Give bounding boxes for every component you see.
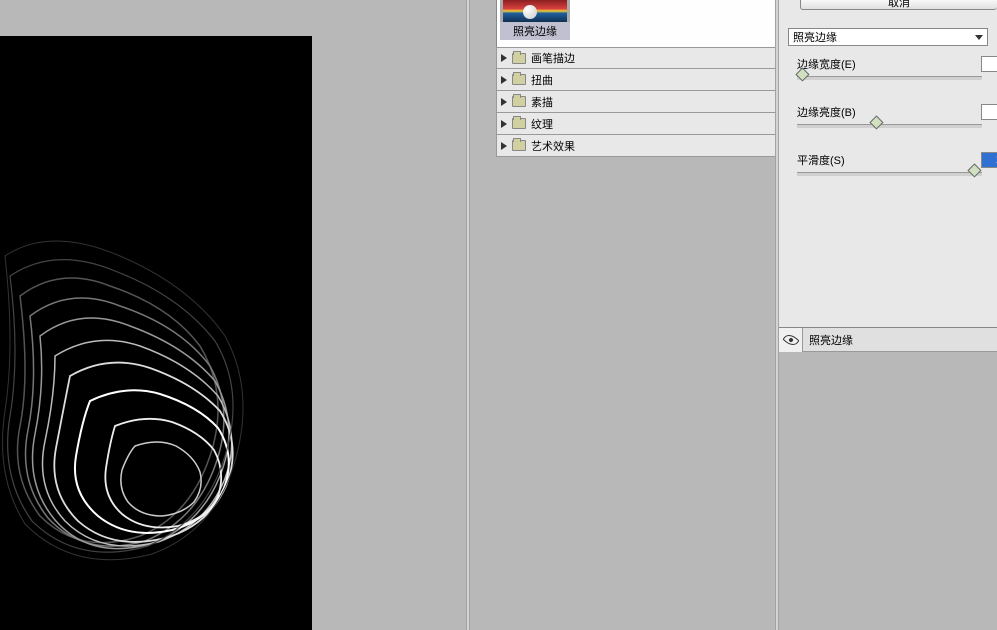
folder-icon [512, 118, 526, 129]
triangle-right-icon [501, 120, 507, 128]
slider-label: 边缘宽度(E) [797, 56, 856, 72]
folder-icon [512, 96, 526, 107]
effect-layer-item[interactable]: 照亮边缘 [779, 328, 997, 352]
eye-icon [782, 331, 799, 348]
filter-dropdown[interactable]: 照亮边缘 [788, 28, 988, 46]
category-label: 扭曲 [531, 72, 553, 88]
visibility-toggle[interactable] [779, 328, 803, 352]
applied-effects-panel: 照亮边缘 [779, 327, 997, 630]
category-label: 画笔描边 [531, 50, 575, 66]
filter-thumbnail-area: 照亮边缘 [496, 0, 776, 47]
preview-area [0, 0, 466, 630]
slider-track[interactable] [797, 124, 982, 128]
slider-track[interactable] [797, 172, 982, 176]
category-label: 纹理 [531, 116, 553, 132]
filter-dropdown-value: 照亮边缘 [793, 29, 837, 45]
filter-thumbnail-image [503, 0, 567, 22]
smoothness-input[interactable] [981, 152, 997, 168]
edge-brightness-input[interactable] [981, 104, 997, 120]
filter-category-distort[interactable]: 扭曲 [496, 69, 776, 91]
filter-category-list: 画笔描边 扭曲 素描 纹理 艺术效果 [496, 47, 776, 157]
filter-category-texture[interactable]: 纹理 [496, 113, 776, 135]
filter-thumbnail-label: 照亮边缘 [500, 22, 570, 40]
triangle-right-icon [501, 142, 507, 150]
slider-edge-brightness: 边缘亮度(B) [797, 104, 997, 128]
category-label: 素描 [531, 94, 553, 110]
edge-width-input[interactable] [981, 56, 997, 72]
slider-track[interactable] [797, 76, 982, 80]
cancel-button[interactable]: 取消 [800, 0, 997, 10]
triangle-right-icon [501, 76, 507, 84]
effect-layer-label: 照亮边缘 [803, 332, 853, 348]
filter-category-artistic[interactable]: 艺术效果 [496, 135, 776, 157]
slider-edge-width: 边缘宽度(E) [797, 56, 997, 80]
slider-group: 边缘宽度(E) 边缘亮度(B) 平滑度(S) [797, 56, 997, 200]
chevron-down-icon [975, 35, 983, 40]
slider-smoothness: 平滑度(S) [797, 152, 997, 176]
folder-icon [512, 74, 526, 85]
triangle-right-icon [501, 98, 507, 106]
filter-settings-panel: 取消 照亮边缘 边缘宽度(E) 边缘亮度(B) 平滑度(S) [779, 0, 997, 630]
filter-gallery-panel: 照亮边缘 画笔描边 扭曲 素描 纹理 艺术效果 [470, 0, 775, 630]
triangle-right-icon [501, 54, 507, 62]
folder-icon [512, 140, 526, 151]
category-label: 艺术效果 [531, 138, 575, 154]
filter-category-sketch[interactable]: 素描 [496, 91, 776, 113]
slider-label: 平滑度(S) [797, 152, 845, 168]
filter-category-brushstrokes[interactable]: 画笔描边 [496, 47, 776, 69]
filter-thumbnail-selected[interactable]: 照亮边缘 [500, 0, 570, 40]
slider-label: 边缘亮度(B) [797, 104, 856, 120]
preview-canvas[interactable] [0, 36, 312, 630]
folder-icon [512, 53, 526, 64]
